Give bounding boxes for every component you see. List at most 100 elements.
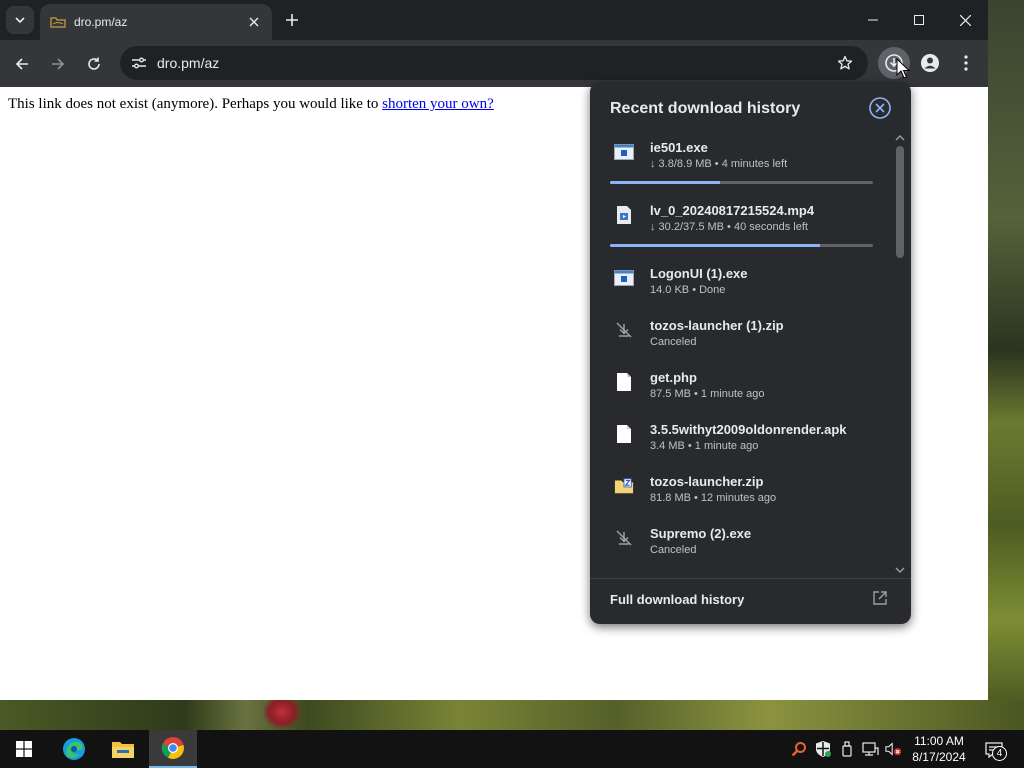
- profile-button[interactable]: [914, 47, 946, 79]
- mouse-cursor-icon: [896, 58, 910, 79]
- download-item[interactable]: tozos-launcher (1).zip Canceled: [590, 308, 894, 360]
- desktop-wallpaper-strip: [0, 700, 1024, 730]
- canceled-download-icon: [614, 320, 634, 340]
- download-filename: 3.5.5withyt2009oldonrender.apk: [650, 422, 847, 437]
- download-item[interactable]: lv_0_20240817215524.mp4 ↓ 30.2/37.5 MB • …: [590, 193, 894, 247]
- download-status: 81.8 MB • 12 minutes ago: [650, 492, 777, 504]
- canceled-download-icon: [614, 528, 634, 548]
- scroll-up-icon[interactable]: [895, 134, 905, 142]
- wallpaper-figure: [262, 700, 302, 730]
- back-button[interactable]: [8, 50, 36, 78]
- download-filename: ie501.exe: [650, 140, 708, 155]
- tab-dro-pm[interactable]: dro.pm/az: [40, 4, 272, 40]
- system-clock[interactable]: 11:00 AM 8/17/2024: [904, 733, 974, 765]
- download-filename: get.php: [650, 370, 697, 385]
- video-file-icon: [614, 205, 634, 225]
- usb-device-icon[interactable]: [838, 740, 856, 758]
- bookmark-star-icon[interactable]: [834, 52, 856, 74]
- folder-icon: [112, 742, 134, 758]
- start-button[interactable]: [0, 730, 48, 768]
- minimize-button[interactable]: [850, 0, 896, 40]
- scrollbar-thumb[interactable]: [896, 146, 904, 258]
- taskbar-chrome[interactable]: [149, 730, 197, 768]
- tab-title: dro.pm/az: [74, 15, 128, 29]
- download-status: ↓ 3.8/8.9 MB • 4 minutes left: [650, 158, 788, 170]
- tab-close-icon[interactable]: [246, 14, 262, 30]
- chrome-icon: [161, 737, 184, 759]
- tab-strip: dro.pm/az: [0, 0, 988, 40]
- tab-search-button[interactable]: [6, 6, 34, 34]
- security-shield-icon[interactable]: [814, 740, 832, 758]
- address-bar[interactable]: dro.pm/az: [120, 46, 868, 80]
- desktop-wallpaper: [988, 0, 1024, 730]
- download-status: Canceled: [650, 544, 697, 556]
- download-filename: tozos-launcher (1).zip: [650, 318, 784, 333]
- plus-icon: [286, 14, 298, 26]
- new-tab-button[interactable]: [280, 8, 304, 32]
- download-progress-fill: [610, 181, 721, 184]
- download-progress-bar: [610, 181, 873, 184]
- download-status: Canceled: [650, 336, 697, 348]
- download-status: ↓ 30.2/37.5 MB • 40 seconds left: [650, 221, 808, 233]
- download-item[interactable]: tozos-launcher.zip 81.8 MB • 12 minutes a…: [590, 464, 894, 516]
- reload-button[interactable]: [80, 50, 108, 78]
- window-controls: [850, 0, 988, 40]
- download-item[interactable]: ie501.exe ↓ 3.8/8.9 MB • 4 minutes left: [590, 130, 894, 184]
- windows-logo-icon: [16, 741, 32, 757]
- download-filename: lv_0_20240817215524.mp4: [650, 203, 815, 218]
- file-icon: [614, 372, 634, 392]
- shorten-link[interactable]: shorten your own?: [382, 96, 494, 112]
- message-text: This link does not exist (anymore). Perh…: [8, 96, 379, 112]
- more-vertical-icon: [964, 55, 968, 71]
- close-icon: [959, 14, 971, 26]
- download-list: ie501.exe ↓ 3.8/8.9 MB • 4 minutes left lv…: [590, 130, 894, 578]
- download-item[interactable]: get.php 87.5 MB • 1 minute ago: [590, 360, 894, 412]
- forward-arrow-icon: [52, 58, 65, 70]
- profile-icon: [921, 54, 939, 72]
- browser-menu-button[interactable]: [950, 47, 982, 79]
- forward-button[interactable]: [44, 50, 72, 78]
- installer-icon: [614, 268, 634, 288]
- download-item[interactable]: LogonUI (1).exe 14.0 KB • Done: [590, 256, 894, 308]
- site-settings-icon[interactable]: [128, 52, 150, 74]
- scroll-down-icon[interactable]: [895, 566, 905, 574]
- maximize-icon: [914, 15, 924, 25]
- reload-icon: [88, 57, 100, 70]
- page-message: This link does not exist (anymore). Perh…: [8, 96, 494, 113]
- clock-date: 8/17/2024: [912, 750, 966, 764]
- download-status: 87.5 MB • 1 minute ago: [650, 388, 765, 400]
- panel-title: Recent download history: [610, 100, 801, 117]
- open-in-new-icon: [873, 591, 887, 605]
- download-progress-bar: [610, 244, 873, 247]
- search-magnifier-icon[interactable]: [790, 740, 808, 758]
- zip-folder-icon: [614, 476, 634, 496]
- scrollbar[interactable]: [892, 132, 906, 578]
- clock-time: 11:00 AM: [914, 734, 964, 748]
- taskbar-file-explorer[interactable]: [99, 730, 147, 768]
- installer-icon: [614, 142, 634, 162]
- download-progress-fill: [610, 244, 821, 247]
- minimize-icon: [868, 19, 878, 21]
- download-history-panel: Recent download history ie501.exe ↓ 3.8/8…: [590, 82, 911, 624]
- url-text: dro.pm/az: [157, 55, 220, 71]
- site-favicon-icon: [50, 14, 66, 30]
- download-filename: LogonUI (1).exe: [650, 266, 748, 281]
- close-window-button[interactable]: [942, 0, 988, 40]
- close-panel-icon[interactable]: [869, 97, 891, 119]
- download-status: 14.0 KB • Done: [650, 284, 726, 296]
- taskbar-edge[interactable]: [50, 730, 98, 768]
- maximize-button[interactable]: [896, 0, 942, 40]
- chevron-down-icon: [15, 17, 25, 23]
- notification-badge: 4: [992, 746, 1007, 761]
- full-history-link[interactable]: Full download history: [590, 578, 911, 624]
- back-arrow-icon: [15, 58, 28, 70]
- download-item[interactable]: 3.5.5withyt2009oldonrender.apk 3.4 MB • 1…: [590, 412, 894, 464]
- edge-browser-icon: [63, 738, 85, 760]
- download-filename: Supremo (2).exe: [650, 526, 752, 541]
- network-icon[interactable]: [861, 740, 879, 758]
- browser-toolbar: dro.pm/az: [0, 40, 988, 87]
- volume-muted-icon[interactable]: [885, 740, 903, 758]
- download-item[interactable]: Supremo (2).exe Canceled: [590, 516, 894, 568]
- download-filename: tozos-launcher.zip: [650, 474, 764, 489]
- download-status: 3.4 MB • 1 minute ago: [650, 440, 759, 452]
